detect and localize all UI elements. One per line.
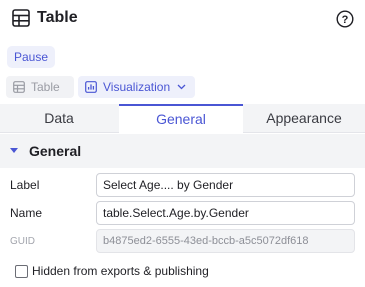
- tab-general[interactable]: General: [119, 104, 243, 134]
- view-table-button[interactable]: Table: [6, 76, 74, 98]
- chart-icon: [85, 81, 97, 93]
- tab-bar: Data General Appearance: [0, 104, 365, 134]
- guid-field-label: GUID: [10, 236, 35, 247]
- view-visualization-dropdown[interactable]: Visualization: [78, 76, 195, 98]
- hidden-from-exports-checkbox[interactable]: [15, 265, 28, 278]
- pause-button[interactable]: Pause: [7, 46, 56, 68]
- section-title: General: [29, 143, 82, 159]
- table-icon: [12, 9, 30, 27]
- label-field-label: Label: [10, 178, 40, 192]
- tab-data[interactable]: Data: [0, 104, 118, 133]
- table-small-icon: [13, 81, 25, 93]
- name-input[interactable]: [96, 201, 355, 225]
- view-table-label: Table: [31, 80, 60, 94]
- panel-header: Table ?: [0, 0, 365, 38]
- general-section-header[interactable]: General: [0, 134, 365, 168]
- tab-appearance[interactable]: Appearance: [243, 104, 365, 133]
- chevron-down-icon: [177, 84, 186, 90]
- properties-panel: Table ? Pause Table Visualization Data G…: [0, 0, 365, 287]
- view-visualization-label: Visualization: [103, 80, 171, 94]
- caret-down-icon: [10, 148, 18, 153]
- name-field-label: Name: [10, 206, 43, 220]
- label-input[interactable]: [96, 173, 355, 197]
- hidden-from-exports-label[interactable]: Hidden from exports & publishing: [32, 264, 209, 278]
- help-circle-icon[interactable]: ?: [336, 10, 354, 28]
- panel-title: Table: [37, 9, 78, 26]
- svg-text:?: ?: [342, 14, 349, 26]
- guid-input: [96, 229, 355, 253]
